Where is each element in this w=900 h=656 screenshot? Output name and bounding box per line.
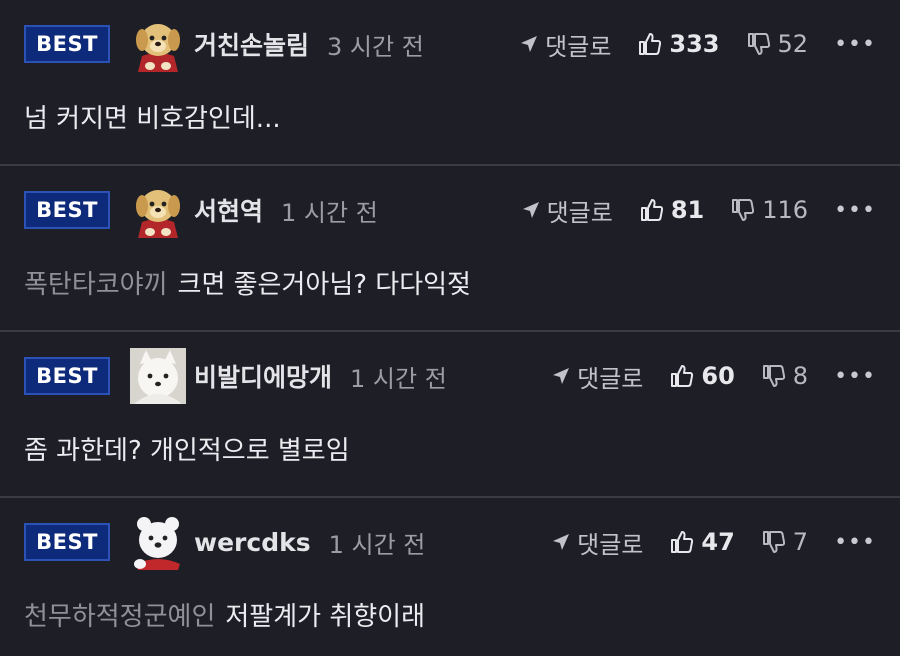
reply-button[interactable]: 댓글로 xyxy=(521,193,613,228)
nickname[interactable]: 거친손놀림 xyxy=(194,26,309,62)
dislike-count: 8 xyxy=(792,362,809,390)
comment-actions: 댓글로 81 116 ••• xyxy=(521,193,876,228)
thumbs-up-icon xyxy=(669,529,695,555)
reply-button[interactable]: 댓글로 xyxy=(551,359,643,394)
reply-arrow-icon xyxy=(519,34,539,54)
comment-text: 저팔계가 취향이래 xyxy=(225,602,425,632)
timestamp: 3 시간 전 xyxy=(327,32,424,61)
best-badge: BEST xyxy=(24,357,110,395)
comment-text: 넘 커지면 비호감인데... xyxy=(24,104,281,134)
like-button[interactable]: 60 xyxy=(669,362,735,390)
comment-item: BEST wercdks 1 시간 전 댓글로 47 7 ••• 천무하적정군예… xyxy=(0,498,900,652)
like-count: 60 xyxy=(701,362,735,390)
ellipsis-icon[interactable]: ••• xyxy=(834,198,876,223)
white-dog-avatar[interactable] xyxy=(130,348,186,404)
timestamp: 1 시간 전 xyxy=(281,198,378,227)
best-badge: BEST xyxy=(24,191,110,229)
reply-arrow-icon xyxy=(521,200,541,220)
nickname[interactable]: wercdks xyxy=(194,528,311,557)
comment-text: 좀 과한데? 개인적으로 별로임 xyxy=(24,436,350,466)
comment-item: BEST 서현역 1 시간 전 댓글로 81 116 ••• 폭탄타코야끼 크면… xyxy=(0,166,900,332)
polar-bear-avatar[interactable] xyxy=(130,514,186,570)
best-badge: BEST xyxy=(24,25,110,63)
reply-arrow-icon xyxy=(551,366,571,386)
timestamp: 1 시간 전 xyxy=(350,364,447,393)
thumbs-up-icon xyxy=(637,31,663,57)
thumbs-up-icon xyxy=(639,197,665,223)
ellipsis-icon[interactable]: ••• xyxy=(834,530,876,555)
reply-button[interactable]: 댓글로 xyxy=(519,27,611,62)
comment-header: BEST 서현역 1 시간 전 댓글로 81 116 ••• xyxy=(24,182,876,238)
like-count: 81 xyxy=(670,196,705,224)
dislike-button[interactable]: 7 xyxy=(761,528,808,556)
ellipsis-icon[interactable]: ••• xyxy=(834,32,876,57)
comment-text: 크면 좋은거아님? 다다익젖 xyxy=(177,270,471,300)
comment-text-row: 좀 과한데? 개인적으로 별로임 xyxy=(24,430,876,467)
comment-actions: 댓글로 60 8 ••• xyxy=(551,359,876,394)
comment-list: BEST 거친손놀림 3 시간 전 댓글로 333 52 ••• 넘 커지면 비… xyxy=(0,0,900,652)
dislike-count: 7 xyxy=(792,528,809,556)
like-button[interactable]: 81 xyxy=(639,196,704,224)
dislike-count: 116 xyxy=(762,196,809,224)
nickname[interactable]: 서현역 xyxy=(194,192,263,228)
puppy-avatar[interactable] xyxy=(130,182,186,238)
thumbs-up-icon xyxy=(669,363,695,389)
comment-header: BEST wercdks 1 시간 전 댓글로 47 7 ••• xyxy=(24,514,876,570)
dislike-button[interactable]: 52 xyxy=(746,30,809,58)
reply-label: 댓글로 xyxy=(545,32,612,61)
nickname[interactable]: 비발디에망개 xyxy=(194,358,332,394)
comment-text-row: 넘 커지면 비호감인데... xyxy=(24,98,876,135)
puppy-avatar[interactable] xyxy=(130,16,186,72)
like-count: 333 xyxy=(669,30,720,58)
comment-header: BEST 비발디에망개 1 시간 전 댓글로 60 8 ••• xyxy=(24,348,876,404)
comment-header: BEST 거친손놀림 3 시간 전 댓글로 333 52 ••• xyxy=(24,16,876,72)
comment-item: BEST 거친손놀림 3 시간 전 댓글로 333 52 ••• 넘 커지면 비… xyxy=(0,0,900,166)
reply-label: 댓글로 xyxy=(546,198,613,227)
dislike-button[interactable]: 116 xyxy=(730,196,808,224)
like-count: 47 xyxy=(701,528,735,556)
like-button[interactable]: 47 xyxy=(669,528,735,556)
timestamp: 1 시간 전 xyxy=(328,530,426,559)
reply-button[interactable]: 댓글로 xyxy=(551,525,643,560)
like-button[interactable]: 333 xyxy=(637,30,720,58)
comment-actions: 댓글로 333 52 ••• xyxy=(519,27,876,62)
best-badge: BEST xyxy=(24,523,110,561)
comment-actions: 댓글로 47 7 ••• xyxy=(551,525,876,560)
reply-label: 댓글로 xyxy=(577,364,644,393)
dislike-button[interactable]: 8 xyxy=(761,362,808,390)
thumbs-down-icon xyxy=(730,197,756,223)
mention-name[interactable]: 폭탄타코야끼 xyxy=(24,270,168,300)
ellipsis-icon[interactable]: ••• xyxy=(834,364,876,389)
comment-text-row: 천무하적정군예인 저팔계가 취향이래 xyxy=(24,596,876,633)
thumbs-down-icon xyxy=(761,363,787,389)
thumbs-down-icon xyxy=(746,31,772,57)
dislike-count: 52 xyxy=(777,30,809,58)
reply-label: 댓글로 xyxy=(577,530,644,559)
comment-text-row: 폭탄타코야끼 크면 좋은거아님? 다다익젖 xyxy=(24,264,876,301)
thumbs-down-icon xyxy=(761,529,787,555)
comment-item: BEST 비발디에망개 1 시간 전 댓글로 60 8 ••• 좀 과한데? 개… xyxy=(0,332,900,498)
mention-name[interactable]: 천무하적정군예인 xyxy=(24,602,215,632)
reply-arrow-icon xyxy=(551,532,571,552)
